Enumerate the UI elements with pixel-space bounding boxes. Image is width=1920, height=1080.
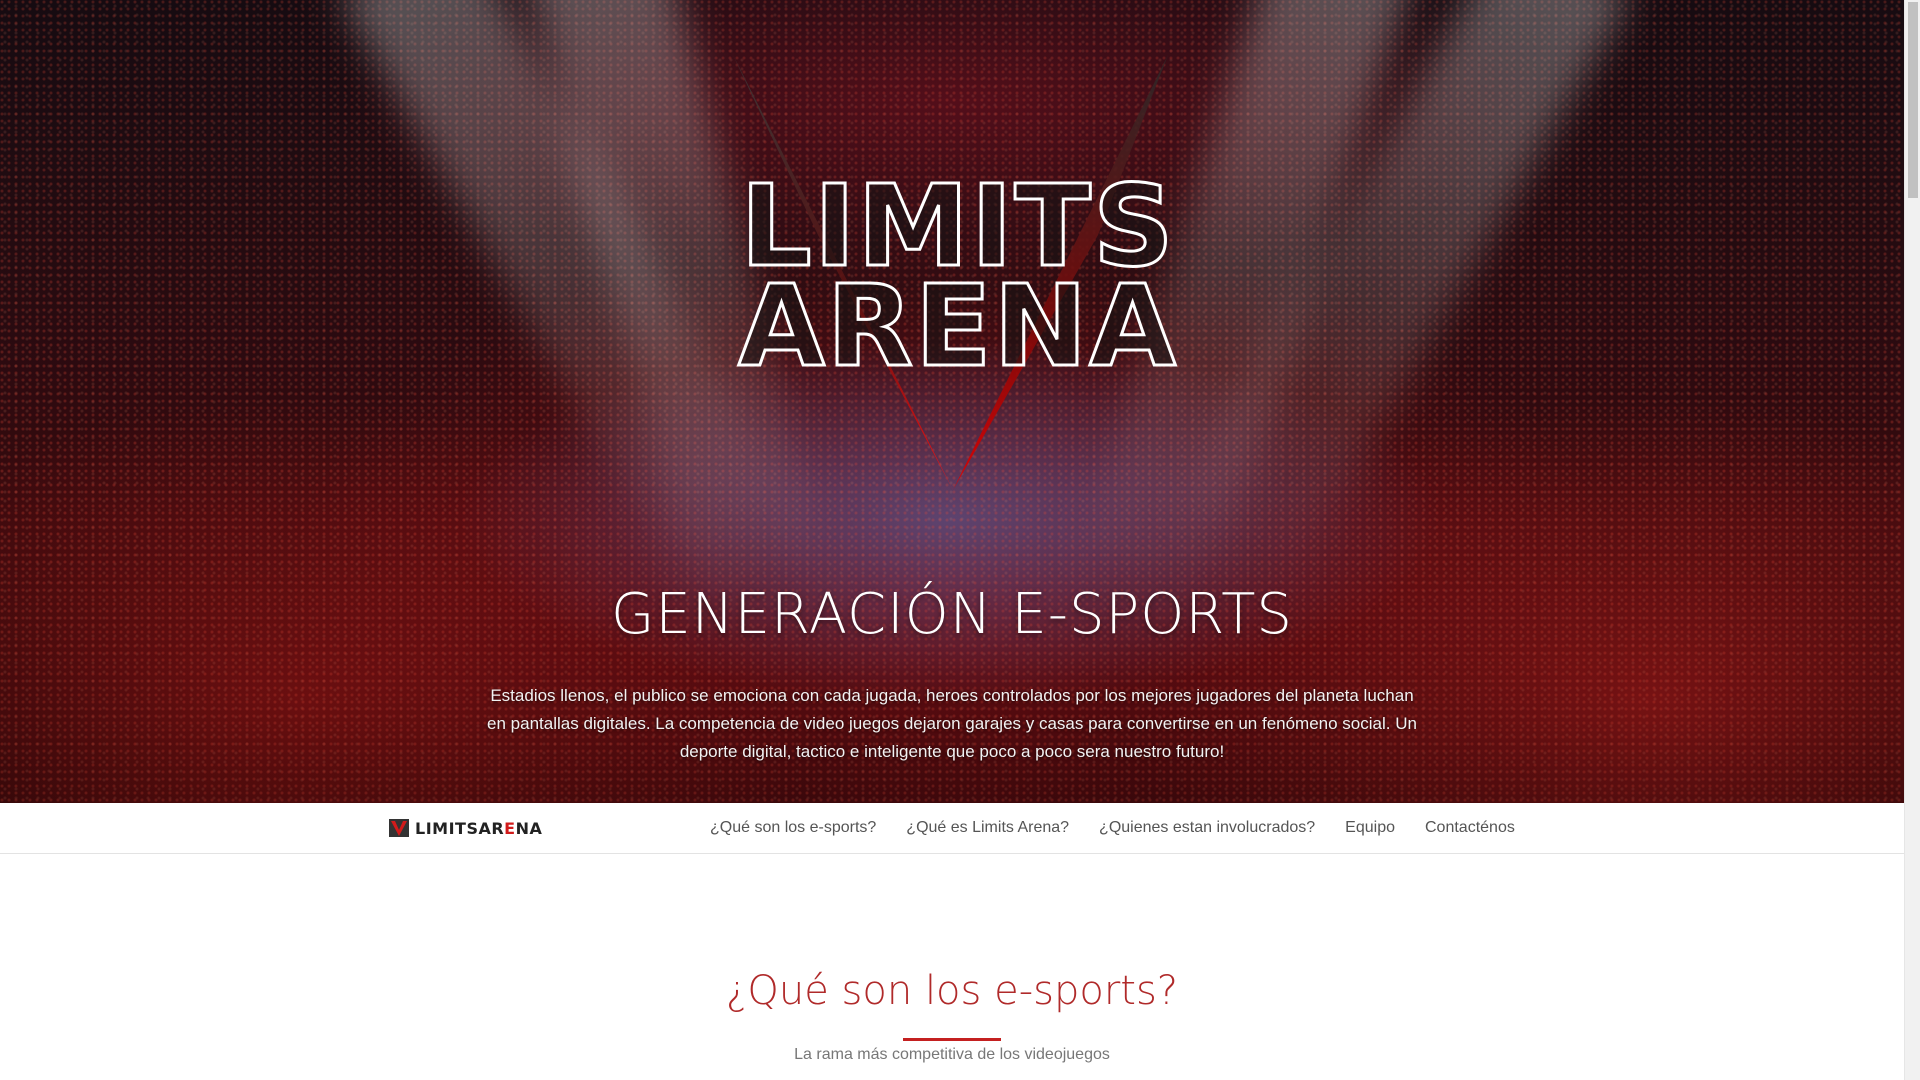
limits-arena-logo: LIMITS ARENA bbox=[733, 55, 1178, 490]
hero-description: Estadios llenos, el publico se emociona … bbox=[487, 686, 1417, 761]
section-divider bbox=[903, 1038, 1001, 1041]
nav-link-equipo[interactable]: Equipo bbox=[1345, 819, 1395, 837]
nav-links: ¿Qué son los e-sports? ¿Qué es Limits Ar… bbox=[710, 803, 1515, 853]
brand-name-part: NA bbox=[515, 818, 543, 838]
section-subtitle: La rama más competitiva de los videojueg… bbox=[794, 1046, 1110, 1063]
navbar: LIMITSARENA ¿Qué son los e-sports? ¿Qué … bbox=[0, 803, 1904, 854]
nav-link-que-son-esports[interactable]: ¿Qué son los e-sports? bbox=[710, 819, 876, 837]
hero-banner: LIMITS ARENA GENERACIÓN E-SPORTS Estadio… bbox=[0, 0, 1904, 803]
hero-title: GENERACIÓN E-SPORTS bbox=[611, 582, 1293, 647]
brand-v-icon bbox=[389, 819, 409, 837]
page: LIMITS ARENA GENERACIÓN E-SPORTS Estadio… bbox=[0, 0, 1920, 1080]
nav-link-que-es-limits-arena[interactable]: ¿Qué es Limits Arena? bbox=[906, 819, 1069, 837]
brand-name: LIMITSARENA bbox=[415, 819, 542, 838]
brand-name-part: LIMITS bbox=[415, 818, 479, 838]
logo-text-arena: ARENA bbox=[738, 262, 1178, 392]
scrollbar-thumb[interactable] bbox=[1908, 2, 1918, 198]
nav-link-quienes-involucrados[interactable]: ¿Quienes estan involucrados? bbox=[1099, 819, 1315, 837]
vertical-scrollbar[interactable] bbox=[1904, 0, 1920, 1080]
brand-name-accent: E bbox=[504, 818, 516, 838]
nav-link-contactenos[interactable]: Contacténos bbox=[1425, 819, 1515, 837]
brand-name-part: AR bbox=[478, 818, 505, 838]
navbar-brand[interactable]: LIMITSARENA bbox=[389, 817, 542, 839]
section-title: ¿Qué son los e-sports? bbox=[725, 968, 1179, 1014]
